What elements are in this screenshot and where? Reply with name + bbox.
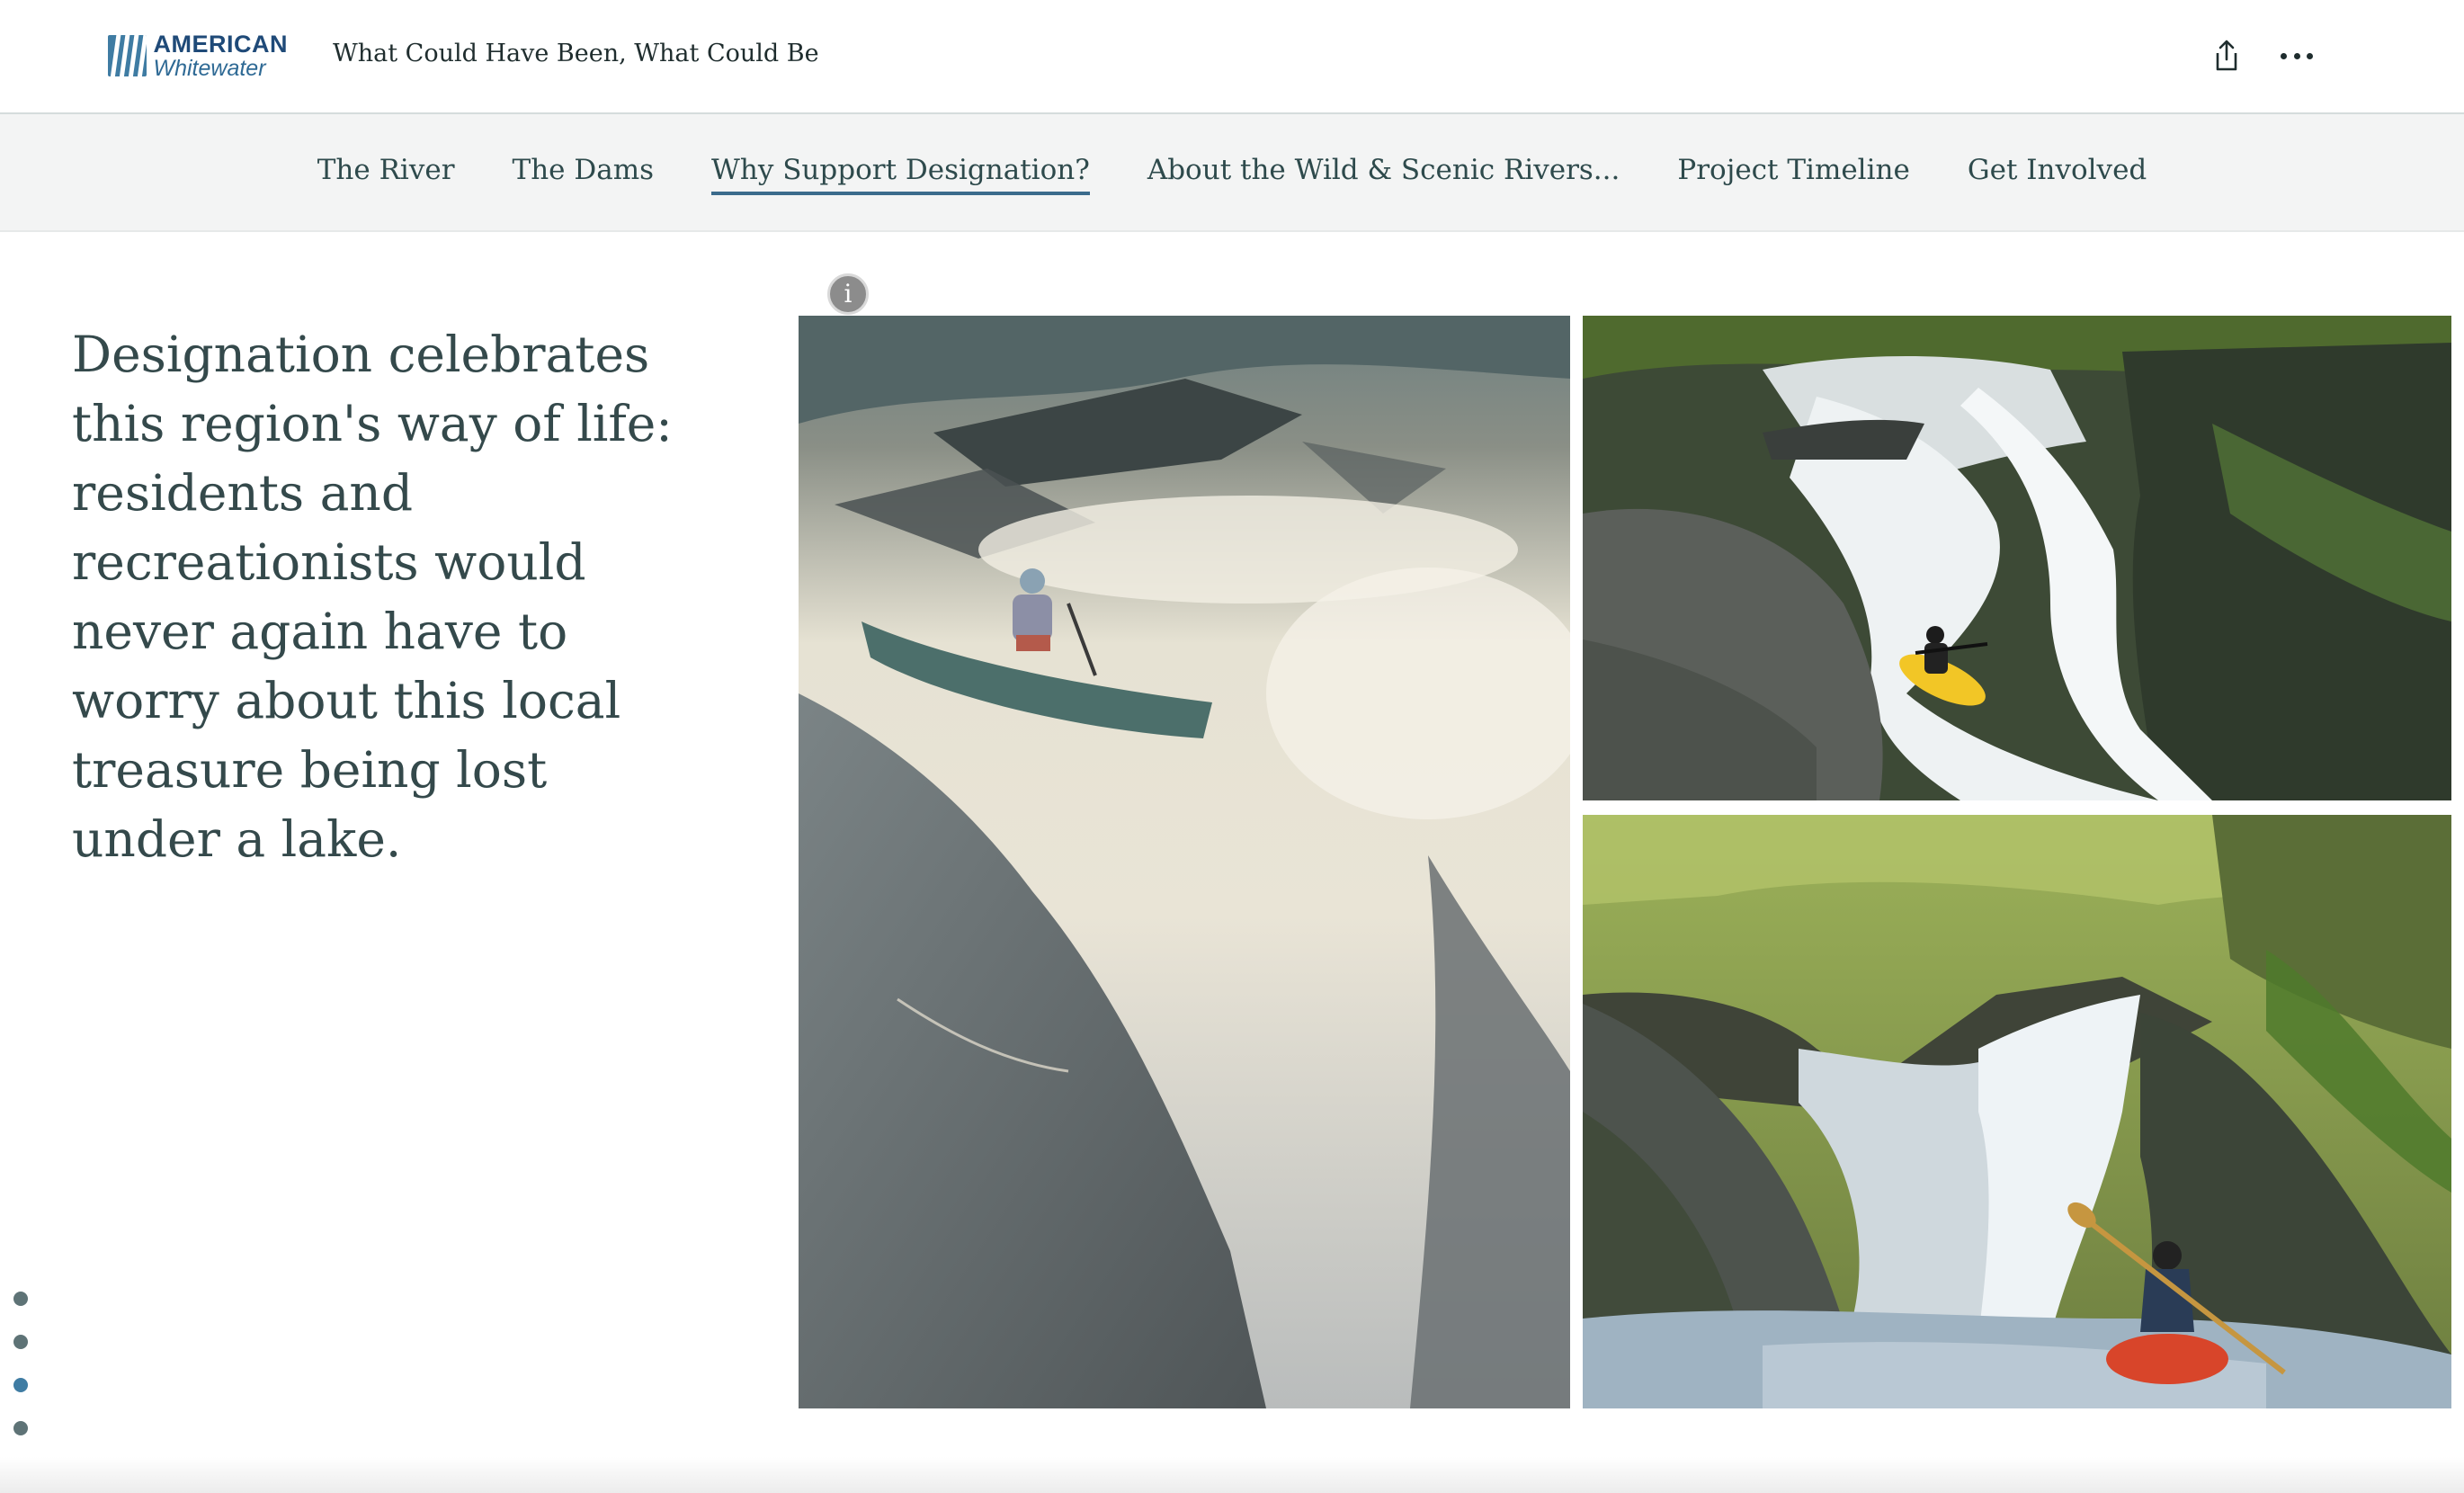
logo-wordmark-bottom: Whitewater xyxy=(153,55,266,81)
nav-item-get-involved[interactable]: Get Involved xyxy=(1968,154,2147,195)
nav-item-why-support-designation[interactable]: Why Support Designation? xyxy=(711,154,1090,195)
top-header: AMERICAN Whitewater What Could Have Been… xyxy=(0,0,2464,114)
image-info-button[interactable]: i xyxy=(827,273,869,315)
story-navigation: The River The Dams Why Support Designati… xyxy=(0,114,2464,232)
american-whitewater-logo[interactable]: AMERICAN Whitewater xyxy=(108,30,288,81)
canoe-paddler-rapids-photo xyxy=(799,316,1570,1408)
designation-quote: Designation celebrates this region's way… xyxy=(72,326,673,868)
section-dot-1[interactable] xyxy=(13,1292,28,1306)
red-kayak-waterfall-photo xyxy=(1583,815,2451,1408)
share-icon xyxy=(2216,40,2237,71)
yellow-kayak-waterfall-photo xyxy=(1583,316,2451,800)
story-title: What Could Have Been, What Could Be xyxy=(333,40,819,67)
nav-item-the-river[interactable]: The River xyxy=(317,154,455,195)
nav-item-the-dams[interactable]: The Dams xyxy=(513,154,654,195)
section-dot-4[interactable] xyxy=(13,1421,28,1435)
share-button[interactable] xyxy=(2210,38,2243,74)
logo-wave-mark-icon xyxy=(108,35,147,76)
nav-item-about-wild-scenic-rivers[interactable]: About the Wild & Scenic Rivers... xyxy=(1147,154,1620,195)
more-options-icon xyxy=(2281,52,2287,59)
more-options-button[interactable] xyxy=(2279,43,2315,68)
nav-item-project-timeline[interactable]: Project Timeline xyxy=(1677,154,1909,195)
section-dot-2[interactable] xyxy=(13,1335,28,1349)
section-progress-dots xyxy=(13,1292,30,1435)
page-bottom-edge xyxy=(0,1457,2464,1493)
logo-wordmark-top: AMERICAN xyxy=(153,30,288,58)
section-dot-3[interactable] xyxy=(13,1378,28,1392)
